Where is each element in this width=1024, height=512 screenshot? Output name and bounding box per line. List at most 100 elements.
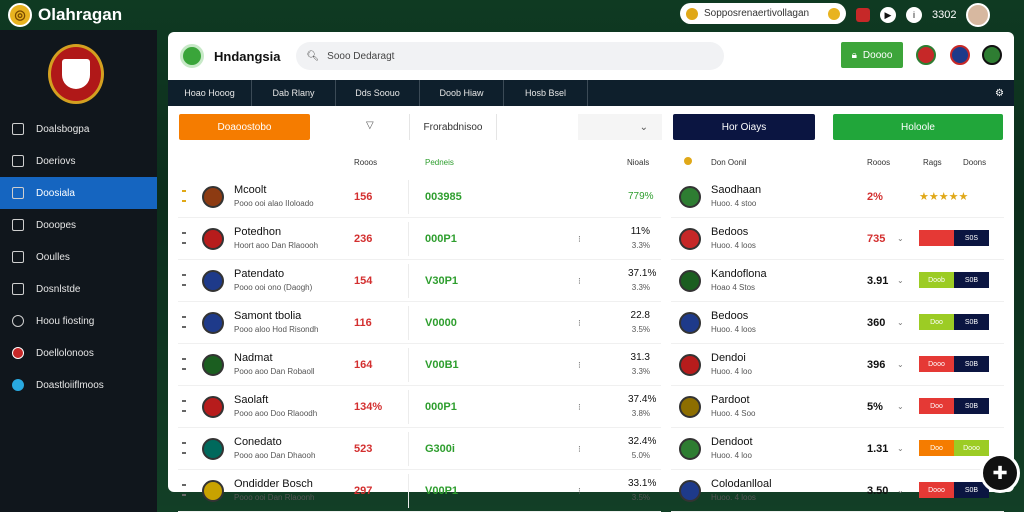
team-logo-icon	[202, 270, 224, 292]
divider	[408, 348, 409, 382]
drag-handle-icon[interactable]	[182, 232, 186, 244]
filter-select[interactable]: Frorabdnisoo	[409, 114, 497, 140]
table-row[interactable]: Saolaft Pooo aoo Doo Rlaoodh 134% 000P1 ⁝ 37.…	[178, 386, 661, 428]
sidebar-item[interactable]: Doosiala	[0, 177, 157, 209]
chevron-down-icon[interactable]: ⌄	[897, 444, 904, 453]
table-row[interactable]: Dendoi Huoo. 4 loo 396 ⌄ Dooo S0B	[671, 344, 1004, 386]
chevron-down-icon[interactable]: ⌄	[897, 402, 904, 411]
table-row[interactable]: Bedoos Huoo. 4 loos 735 ⌄ S0S	[671, 218, 1004, 260]
table-row[interactable]: Patendato Pooo ooi ono (Daogh) 154 V30P1 ⁝ 37…	[178, 260, 661, 302]
table-row[interactable]: Samont tbolia Pooo aloo Hod Risondh 116 V00…	[178, 302, 661, 344]
sidebar-item[interactable]: Doastloiiflmoos	[0, 369, 157, 401]
odds-badge[interactable]: S0S	[919, 230, 989, 246]
team-subtitle: Pooo ooi Dan Rlaoonh	[234, 493, 315, 502]
drag-handle-icon[interactable]	[182, 358, 186, 370]
odds-right: Dooo	[954, 440, 989, 456]
league-badge-icon[interactable]	[916, 45, 936, 65]
add-button[interactable]: ✚	[980, 453, 1020, 493]
panel-search-input[interactable]: 🔍︎ Sooo Dedaragt	[296, 42, 725, 70]
club-value: 3.50	[867, 485, 889, 497]
table-row[interactable]: Mcoolt Pooo ooi alao IIoloado 156 003985 779…	[178, 176, 661, 218]
odds-badge[interactable]: Doo Dooo	[919, 440, 989, 456]
brand[interactable]: ◎ Olahragan	[8, 3, 122, 27]
table-row[interactable]: Bedoos Huoo. 4 loos 360 ⌄ Doo S0B	[671, 302, 1004, 344]
lock-button-label: Doooo	[862, 49, 893, 61]
table-row[interactable]: Colodanlloal Huoo. 4 loos 3.50 ⌄ Dooo S0B	[671, 470, 1004, 512]
bolt-icon	[686, 7, 698, 20]
tab[interactable]: Hosb Bsel	[504, 80, 588, 106]
sidebar-item[interactable]: Hoou fiosting	[0, 305, 157, 337]
drag-handle-icon[interactable]	[182, 442, 186, 454]
sidebar-item[interactable]: Ooulles	[0, 241, 157, 273]
club-subtitle: Hoao 4 Stos	[711, 283, 756, 292]
table-row[interactable]: Potedhon Hoort aoo Dan Rlaoooh 236 000P1 ⁝ 11…	[178, 218, 661, 260]
table-row[interactable]: Dendoot Huoo. 4 loo 1.31 ⌄ Doo Dooo	[671, 428, 1004, 470]
percent-value: 37.1%	[628, 268, 657, 279]
drag-handle-icon[interactable]	[182, 190, 186, 202]
table-row[interactable]: Saodhaan Huoo. 4 stoo 2% ★★★★★	[671, 176, 1004, 218]
chevron-down-icon[interactable]: ⌄	[897, 486, 904, 495]
top-icons: ▶ i 3302	[856, 3, 991, 27]
top-search-box[interactable]: Sopposrenaertivollagan	[680, 3, 846, 24]
chevron-down-icon[interactable]: ⌄	[897, 318, 904, 327]
standings-table: Don Oonil Rooos Rags Doons Saodhaan Huoo.…	[671, 150, 1004, 512]
orange-filter-button[interactable]: Doaoostobo	[179, 114, 310, 140]
standings-table-header: Don Oonil Rooos Rags Doons	[671, 150, 1004, 176]
percent-subvalue: 5.0%	[631, 451, 650, 460]
lock-button[interactable]: 🔒︎ Doooo	[841, 42, 903, 68]
notification-icon[interactable]	[856, 8, 870, 22]
sidebar-item[interactable]: Doellolonoos	[0, 337, 157, 369]
odds-badge[interactable]: Doo S0B	[919, 314, 989, 330]
table-row[interactable]: Kandoflona Hoao 4 Stos 3.91 ⌄ Doob S0B	[671, 260, 1004, 302]
sidebar-item[interactable]: Doeriovs	[0, 145, 157, 177]
odds-badge[interactable]: Doo S0B	[919, 398, 989, 414]
navy-filter-button[interactable]: Hor Oiays	[673, 114, 815, 140]
sidebar-item[interactable]: Dosnlstde	[0, 273, 157, 305]
table-row[interactable]: Ondidder Bosch Pooo ooi Dan Rlaoonh 297 V00…	[178, 470, 661, 512]
tab[interactable]: Doob Hiaw	[420, 80, 504, 106]
flag-badge-icon[interactable]	[950, 45, 970, 65]
sidebar-item[interactable]: Doalsbogpa	[0, 113, 157, 145]
chevron-down-icon[interactable]: ⌄	[897, 234, 904, 243]
table-row[interactable]: Nadmat Pooo aoo Dan Robaoll 164 V00B1 ⁝ 31.3 3…	[178, 344, 661, 386]
tick-icon: ⁝	[578, 318, 581, 328]
odds-right: S0B	[954, 272, 989, 288]
tab[interactable]: Dds Soouo	[336, 80, 420, 106]
score-value: 297	[354, 485, 373, 497]
brand-logo-icon: ◎	[8, 3, 32, 27]
drag-handle-icon[interactable]	[182, 316, 186, 328]
filter-bar: Doaoostobo ▽ Frorabdnisoo ⌄ Hor Oiays Ho…	[168, 106, 1014, 150]
odds-badge[interactable]: Dooo S0B	[919, 482, 989, 498]
sidebar-item-label: Ooulles	[36, 251, 70, 263]
tab[interactable]: Hoao Hooog	[168, 80, 252, 106]
table-row[interactable]: Pardoot Huoo. 4 Soo 5% ⌄ Doo S0B	[671, 386, 1004, 428]
odds-badge[interactable]: Doob S0B	[919, 272, 989, 288]
divider	[408, 390, 409, 424]
dropdown-select[interactable]: ⌄	[578, 114, 662, 140]
avatar[interactable]	[966, 3, 991, 27]
club-value: 396	[867, 359, 886, 371]
play-icon[interactable]: ▶	[880, 7, 896, 23]
green-filter-button[interactable]: Holoole	[833, 114, 1003, 140]
club-badge-icon[interactable]	[982, 45, 1002, 65]
team-subtitle: Pooo aoo Doo Rlaoodh	[234, 409, 318, 418]
team-logo-icon	[202, 396, 224, 418]
list-icon	[12, 283, 24, 295]
info-icon[interactable]: i	[906, 7, 922, 23]
percent-value: 37.4%	[628, 394, 657, 405]
chevron-down-icon[interactable]: ⌄	[897, 360, 904, 369]
settings-icon[interactable]: ⚙	[995, 88, 1004, 99]
drag-handle-icon[interactable]	[182, 274, 186, 286]
drag-handle-icon[interactable]	[182, 484, 186, 496]
tab[interactable]: Dab Rlany	[252, 80, 336, 106]
home-icon	[12, 219, 24, 231]
club-name: Pardoot	[711, 394, 750, 406]
percent-subvalue: 3.3%	[631, 241, 650, 250]
odds-badge[interactable]: Dooo S0B	[919, 356, 989, 372]
drag-handle-icon[interactable]	[182, 400, 186, 412]
chevron-down-icon[interactable]: ▽	[366, 120, 374, 131]
chevron-down-icon[interactable]: ⌄	[897, 276, 904, 285]
tick-icon: ⁝	[578, 486, 581, 496]
sidebar-item[interactable]: Dooopes	[0, 209, 157, 241]
table-row[interactable]: Conedato Pooo aoo Dan Dhaooh 523 G300i ⁝ 32.4…	[178, 428, 661, 470]
